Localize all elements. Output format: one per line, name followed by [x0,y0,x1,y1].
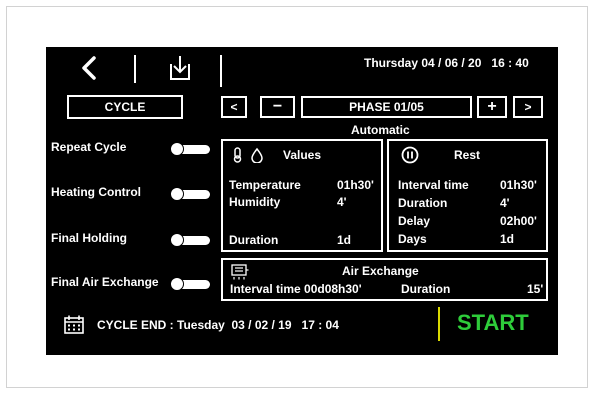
pause-icon [401,146,419,169]
toggle-label: Final Holding [51,231,127,245]
phase-prev-button[interactable]: < [221,96,247,118]
current-datetime: Thursday 04 / 06 / 20 16 : 40 [364,56,529,70]
cycle-button[interactable]: CYCLE [67,95,183,119]
calendar-icon [64,315,84,339]
back-arrow-icon [82,56,96,80]
values-title: Values [283,148,322,162]
cycle-end-text: CYCLE END : Tuesday 03 / 02 / 19 17 : 04 [97,318,339,332]
repeat-cycle-toggle[interactable] [170,142,210,156]
final-air-exchange-toggle[interactable] [170,277,210,291]
rest-row-label: Duration [398,196,448,210]
mode-label: Automatic [351,123,410,137]
rest-row-value: 4' [500,196,510,210]
save-button[interactable] [166,55,194,81]
toggle-knob [170,277,184,291]
toggle-knob [170,142,184,156]
air-exchange-duration-value: 15' [527,282,544,296]
download-icon [170,56,190,80]
rest-row-value: 1d [500,232,515,246]
rest-panel[interactable]: Rest Interval time 01h30' Duration 4' De… [387,139,548,252]
rest-row-label: Delay [398,214,431,228]
back-button[interactable] [78,55,102,81]
header-divider [220,55,222,87]
toggle-label: Repeat Cycle [51,140,127,154]
values-row-value: 4' [337,195,347,209]
toggle-knob [170,233,184,247]
thermometer-icon [232,147,244,168]
toggle-label: Final Air Exchange [51,275,159,289]
final-holding-toggle[interactable] [170,233,210,247]
toggle-knob [170,187,184,201]
phase-minus-button[interactable]: − [260,96,295,118]
air-exchange-interval: Interval time 00d08h30' [230,282,362,296]
rest-row-label: Days [398,232,427,246]
air-exchange-panel[interactable]: Air Exchange Interval time 00d08h30' Dur… [221,258,548,301]
values-row-value: 1d [337,233,352,247]
footer-divider [438,307,440,341]
start-button[interactable]: START [457,310,529,336]
values-row-value: 01h30' [337,178,374,192]
toggle-label: Heating Control [51,185,141,199]
phase-plus-button[interactable]: + [477,96,507,118]
values-row-label: Humidity [229,195,281,209]
rest-row-label: Interval time [398,178,469,192]
hmi-screen: Thursday 04 / 06 / 20 16 : 40 CYCLE < − … [46,47,558,355]
air-exchange-title: Air Exchange [342,264,419,278]
rest-title: Rest [454,148,481,162]
phase-next-button[interactable]: > [513,96,543,118]
values-panel[interactable]: Values Temperature 01h30' Humidity 4' Du… [221,139,383,252]
header-divider [134,55,136,83]
air-exchange-duration-label: Duration [401,282,451,296]
phase-label: PHASE 01/05 [301,96,472,118]
rest-row-value: 02h00' [500,214,537,228]
values-row-label: Temperature [229,178,301,192]
rest-row-value: 01h30' [500,178,537,192]
heating-control-toggle[interactable] [170,187,210,201]
humidity-icon [250,147,264,168]
values-row-label: Duration [229,233,279,247]
